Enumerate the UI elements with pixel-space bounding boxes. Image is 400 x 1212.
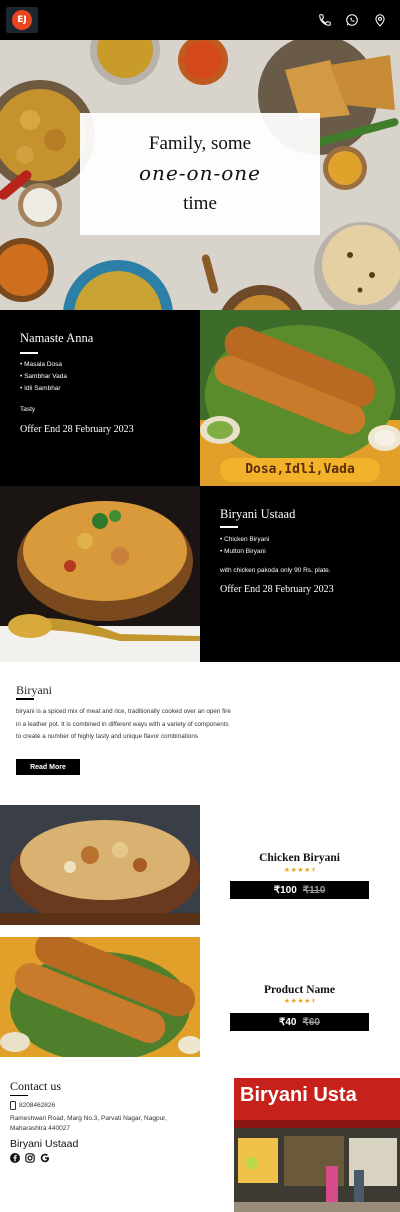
hero-line-3: time — [183, 193, 217, 214]
site-logo[interactable]: EJ — [6, 7, 38, 33]
dosa-plate-illustration — [200, 310, 400, 486]
title-underline — [220, 526, 238, 528]
list-item: Chicken Biryani — [220, 534, 269, 546]
rating-stars: ★★★★⯨ — [283, 998, 316, 1005]
price-bar: ₹100 ₹110 — [230, 881, 369, 899]
contact-address: Rameshwari Road, Marg No.3, Parvati Naga… — [10, 1115, 167, 1132]
old-price: ₹110 — [302, 884, 326, 896]
facebook-icon[interactable] — [10, 1153, 20, 1163]
hero-banner: Family, some one-on-one time — [0, 40, 400, 310]
rating-stars: ★★★★⯨ — [283, 867, 316, 874]
title-underline — [20, 352, 38, 354]
product-name[interactable]: Chicken Biryani — [230, 852, 369, 864]
location-pin-icon[interactable] — [373, 13, 387, 27]
list-item: Sambhar Vada — [20, 371, 67, 383]
promo-tagline: with chicken pakoda only 90 Rs. plate. — [220, 567, 331, 574]
instagram-icon[interactable] — [25, 1153, 35, 1163]
chicken-biryani-photo — [0, 805, 200, 925]
logo-badge: EJ — [12, 10, 32, 30]
promo-item-list: Masala Dosa Sambhar Vada Idli Sambhar — [20, 359, 67, 395]
current-price: ₹100 — [273, 884, 297, 896]
list-item: Idli Sambhar — [20, 383, 67, 395]
hero-line-2: one-on-one — [139, 161, 261, 185]
hero-tagline-card: Family, some one-on-one time — [80, 113, 320, 235]
list-item: Masala Dosa — [20, 359, 67, 371]
price-bar: ₹40 ₹60 — [230, 1013, 369, 1031]
phone-icon[interactable] — [318, 13, 332, 27]
product-name[interactable]: Product Name — [230, 984, 369, 996]
current-price: ₹40 — [279, 1016, 297, 1028]
product-image-chicken-biryani[interactable] — [0, 805, 200, 925]
promo-title: Namaste Anna — [20, 331, 94, 345]
contact-phone: 8208462826 — [19, 1102, 56, 1109]
product-image-dosa[interactable] — [0, 937, 200, 1057]
mobile-phone-icon — [10, 1101, 16, 1111]
promo-item-list: Chicken Biryani Mutton Biryani — [220, 534, 269, 558]
business-name: Biryani Ustaad — [10, 1138, 79, 1150]
storefront-image: Biryani Usta — [234, 1078, 400, 1212]
contact-title: Contact us — [10, 1079, 61, 1093]
promo-offer-text: Offer End 28 February 2023 — [20, 424, 134, 435]
about-title: Biryani — [16, 683, 52, 697]
contact-title-underline — [10, 1095, 28, 1096]
promo-biryani-ustaad: Biryani Ustaad Chicken Biryani Mutton Bi… — [200, 486, 400, 662]
top-navbar: EJ — [0, 0, 400, 40]
whatsapp-icon[interactable] — [345, 13, 359, 27]
about-title-underline — [16, 698, 34, 700]
about-description: biryani is a spiced mix of meat and rice… — [16, 708, 231, 740]
list-item: Mutton Biryani — [220, 546, 269, 558]
biryani-bowl-illustration — [0, 486, 200, 662]
biryani-promo-image — [0, 486, 200, 662]
old-price: ₹60 — [302, 1016, 321, 1028]
promo-offer-text: Offer End 28 February 2023 — [220, 584, 334, 595]
promo-title: Biryani Ustaad — [220, 507, 296, 521]
storefront-sign-text: Biryani Usta — [240, 1084, 357, 1106]
promo-namaste-anna: Namaste Anna Masala Dosa Sambhar Vada Id… — [0, 310, 200, 486]
google-icon[interactable] — [40, 1153, 50, 1163]
contact-phone-row[interactable]: 8208462826 — [10, 1101, 55, 1111]
dosa-photo — [0, 937, 200, 1057]
dosa-image-banner-text: Dosa,Idli,Vada — [245, 462, 355, 477]
hero-line-1: Family, some — [148, 133, 252, 154]
dosa-promo-image: Dosa,Idli,Vada — [200, 310, 400, 486]
promo-tagline: Tasty — [20, 406, 36, 413]
read-more-button[interactable]: Read More — [16, 759, 80, 775]
social-links — [10, 1153, 50, 1163]
